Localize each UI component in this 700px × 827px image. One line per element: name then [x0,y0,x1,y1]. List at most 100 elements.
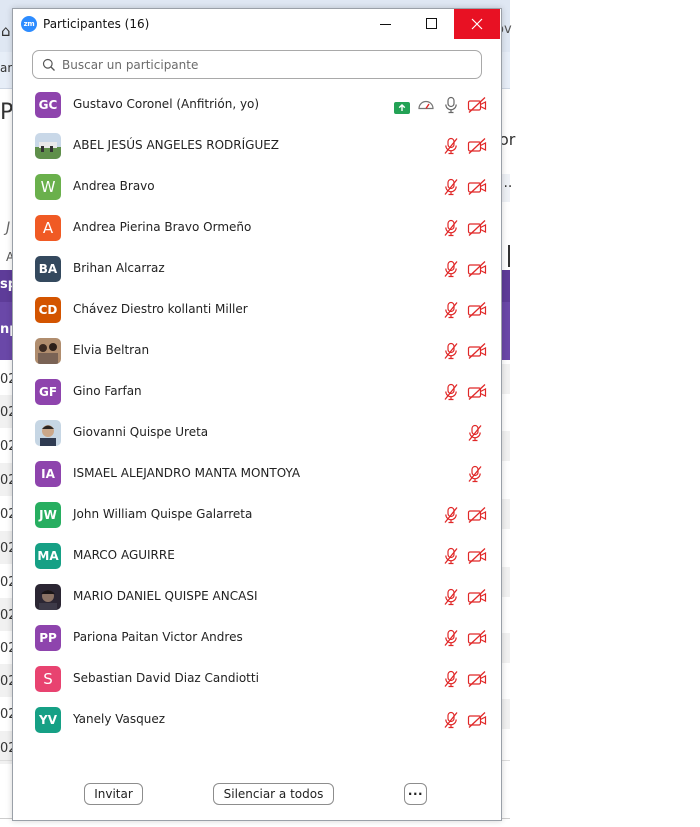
participant-name: Brihan Alcarraz [73,261,165,275]
avatar: GF [35,379,61,405]
microphone-muted-icon[interactable] [443,629,459,651]
participant-name: Gino Farfan [73,384,142,398]
microphone-muted-icon[interactable] [443,219,459,241]
microphone-muted-icon[interactable] [443,670,459,692]
participant-status-icons [387,178,487,196]
video-off-icon[interactable] [467,629,487,651]
mute-all-button[interactable]: Silenciar a todos [213,783,334,805]
search-input[interactable] [60,54,474,76]
microphone-muted-icon[interactable] [443,137,459,159]
background-row-fragment: 02 [0,507,12,522]
invite-button[interactable]: Invitar [84,783,143,805]
microphone-muted-icon[interactable] [443,178,459,200]
participant-row[interactable]: Elvia Beltran [13,331,501,372]
avatar: W [35,174,61,200]
participant-row[interactable]: YV Yanely Vasquez [13,700,501,741]
participant-status-icons [387,547,487,565]
avatar-photo [35,584,61,610]
participant-row[interactable]: GC Gustavo Coronel (Anfitrión, yo) [13,85,501,126]
microphone-muted-icon[interactable] [443,547,459,569]
participant-name: MARCO AGUIRRE [73,548,175,562]
participant-row[interactable]: ABEL JESÚS ANGELES RODRÍGUEZ [13,126,501,167]
microphone-muted-icon[interactable] [443,588,459,610]
participant-name: MARIO DANIEL QUISPE ANCASI [73,589,258,603]
avatar: GC [35,92,61,118]
video-off-icon[interactable] [467,178,487,200]
participant-row[interactable]: A Andrea Pierina Bravo Ormeño [13,208,501,249]
participant-status-icons [387,383,487,401]
participant-row[interactable]: S Sebastian David Diaz Candiotti [13,659,501,700]
background-row-fragment: 02 [0,598,12,631]
screen-share-icon [394,99,410,118]
participant-status-icons [387,219,487,237]
maximize-button[interactable] [409,9,455,39]
participant-row[interactable]: CD Chávez Diestro kollanti Miller [13,290,501,331]
participant-row[interactable]: MA MARCO AGUIRRE [13,536,501,577]
participant-status-icons [387,424,487,442]
microphone-muted-icon[interactable] [443,342,459,364]
participant-name: Giovanni Quispe Ureta [73,425,209,439]
participant-row[interactable]: JW John William Quispe Galarreta [13,495,501,536]
video-off-icon[interactable] [467,260,487,282]
participant-row[interactable]: PP Pariona Paitan Victor Andres [13,618,501,659]
participant-row[interactable]: W Andrea Bravo [13,167,501,208]
avatar: CD [35,297,61,323]
video-off-icon[interactable] [467,588,487,610]
microphone-muted-icon[interactable] [443,383,459,405]
close-button[interactable] [454,9,500,39]
video-off-icon[interactable] [467,506,487,528]
microphone-muted-icon[interactable] [443,301,459,323]
avatar: MA [35,543,61,569]
avatar: S [35,666,61,692]
close-icon [471,18,483,30]
background-row-fragment: 02 [0,575,12,590]
video-off-icon[interactable] [467,301,487,323]
video-off-icon[interactable] [467,96,487,118]
participant-name: Yanely Vasquez [73,712,166,726]
background-row-fragment: 02 [0,641,12,656]
avatar: BA [35,256,61,282]
video-off-icon[interactable] [467,219,487,241]
participant-row[interactable]: Giovanni Quispe Ureta [13,413,501,454]
video-off-icon[interactable] [467,383,487,405]
search-icon [42,58,55,71]
background-row-fragment: 02 [0,707,12,722]
participant-row[interactable]: BA Brihan Alcarraz [13,249,501,290]
title-bar[interactable]: zm Participantes (16) [13,9,501,39]
participant-row[interactable]: GF Gino Farfan [13,372,501,413]
home-icon[interactable]: ⌂ [1,22,11,40]
microphone-icon[interactable] [443,96,459,118]
participant-row[interactable]: IA ISMAEL ALEJANDRO MANTA MONTOYA [13,454,501,495]
participants-footer: Invitar Silenciar a todos ··· [13,781,501,811]
microphone-muted-icon[interactable] [467,465,483,487]
window-title: Participantes (16) [43,17,150,31]
microphone-muted-icon[interactable] [443,506,459,528]
video-off-icon[interactable] [467,711,487,733]
video-off-icon[interactable] [467,342,487,364]
microphone-muted-icon[interactable] [467,424,483,446]
background-row-fragment: 02 [0,664,12,697]
participant-name: John William Quispe Galarreta [73,507,253,521]
zoom-logo-icon: zm [21,16,37,32]
background-row-fragment: 02 [0,531,12,564]
microphone-muted-icon[interactable] [443,711,459,733]
participant-status-icons [387,588,487,606]
video-off-icon[interactable] [467,670,487,692]
participant-name: Andrea Bravo [73,179,155,193]
avatar: JW [35,502,61,528]
participant-status-icons [387,711,487,729]
minimize-button[interactable] [363,9,409,39]
search-box[interactable] [32,50,482,79]
participant-status-icons [387,670,487,688]
video-off-icon[interactable] [467,547,487,569]
participants-window: zm Participantes (16) GC Gustavo Coronel … [12,8,502,821]
background-row-fragment: 02 [0,439,12,454]
participant-status-icons [387,629,487,647]
participant-row[interactable]: MARIO DANIEL QUISPE ANCASI [13,577,501,618]
more-options-button[interactable]: ··· [404,783,427,805]
participant-status-icons [387,506,487,524]
participant-name: Sebastian David Diaz Candiotti [73,671,259,685]
video-off-icon[interactable] [467,137,487,159]
participant-name: Pariona Paitan Victor Andres [73,630,243,644]
microphone-muted-icon[interactable] [443,260,459,282]
